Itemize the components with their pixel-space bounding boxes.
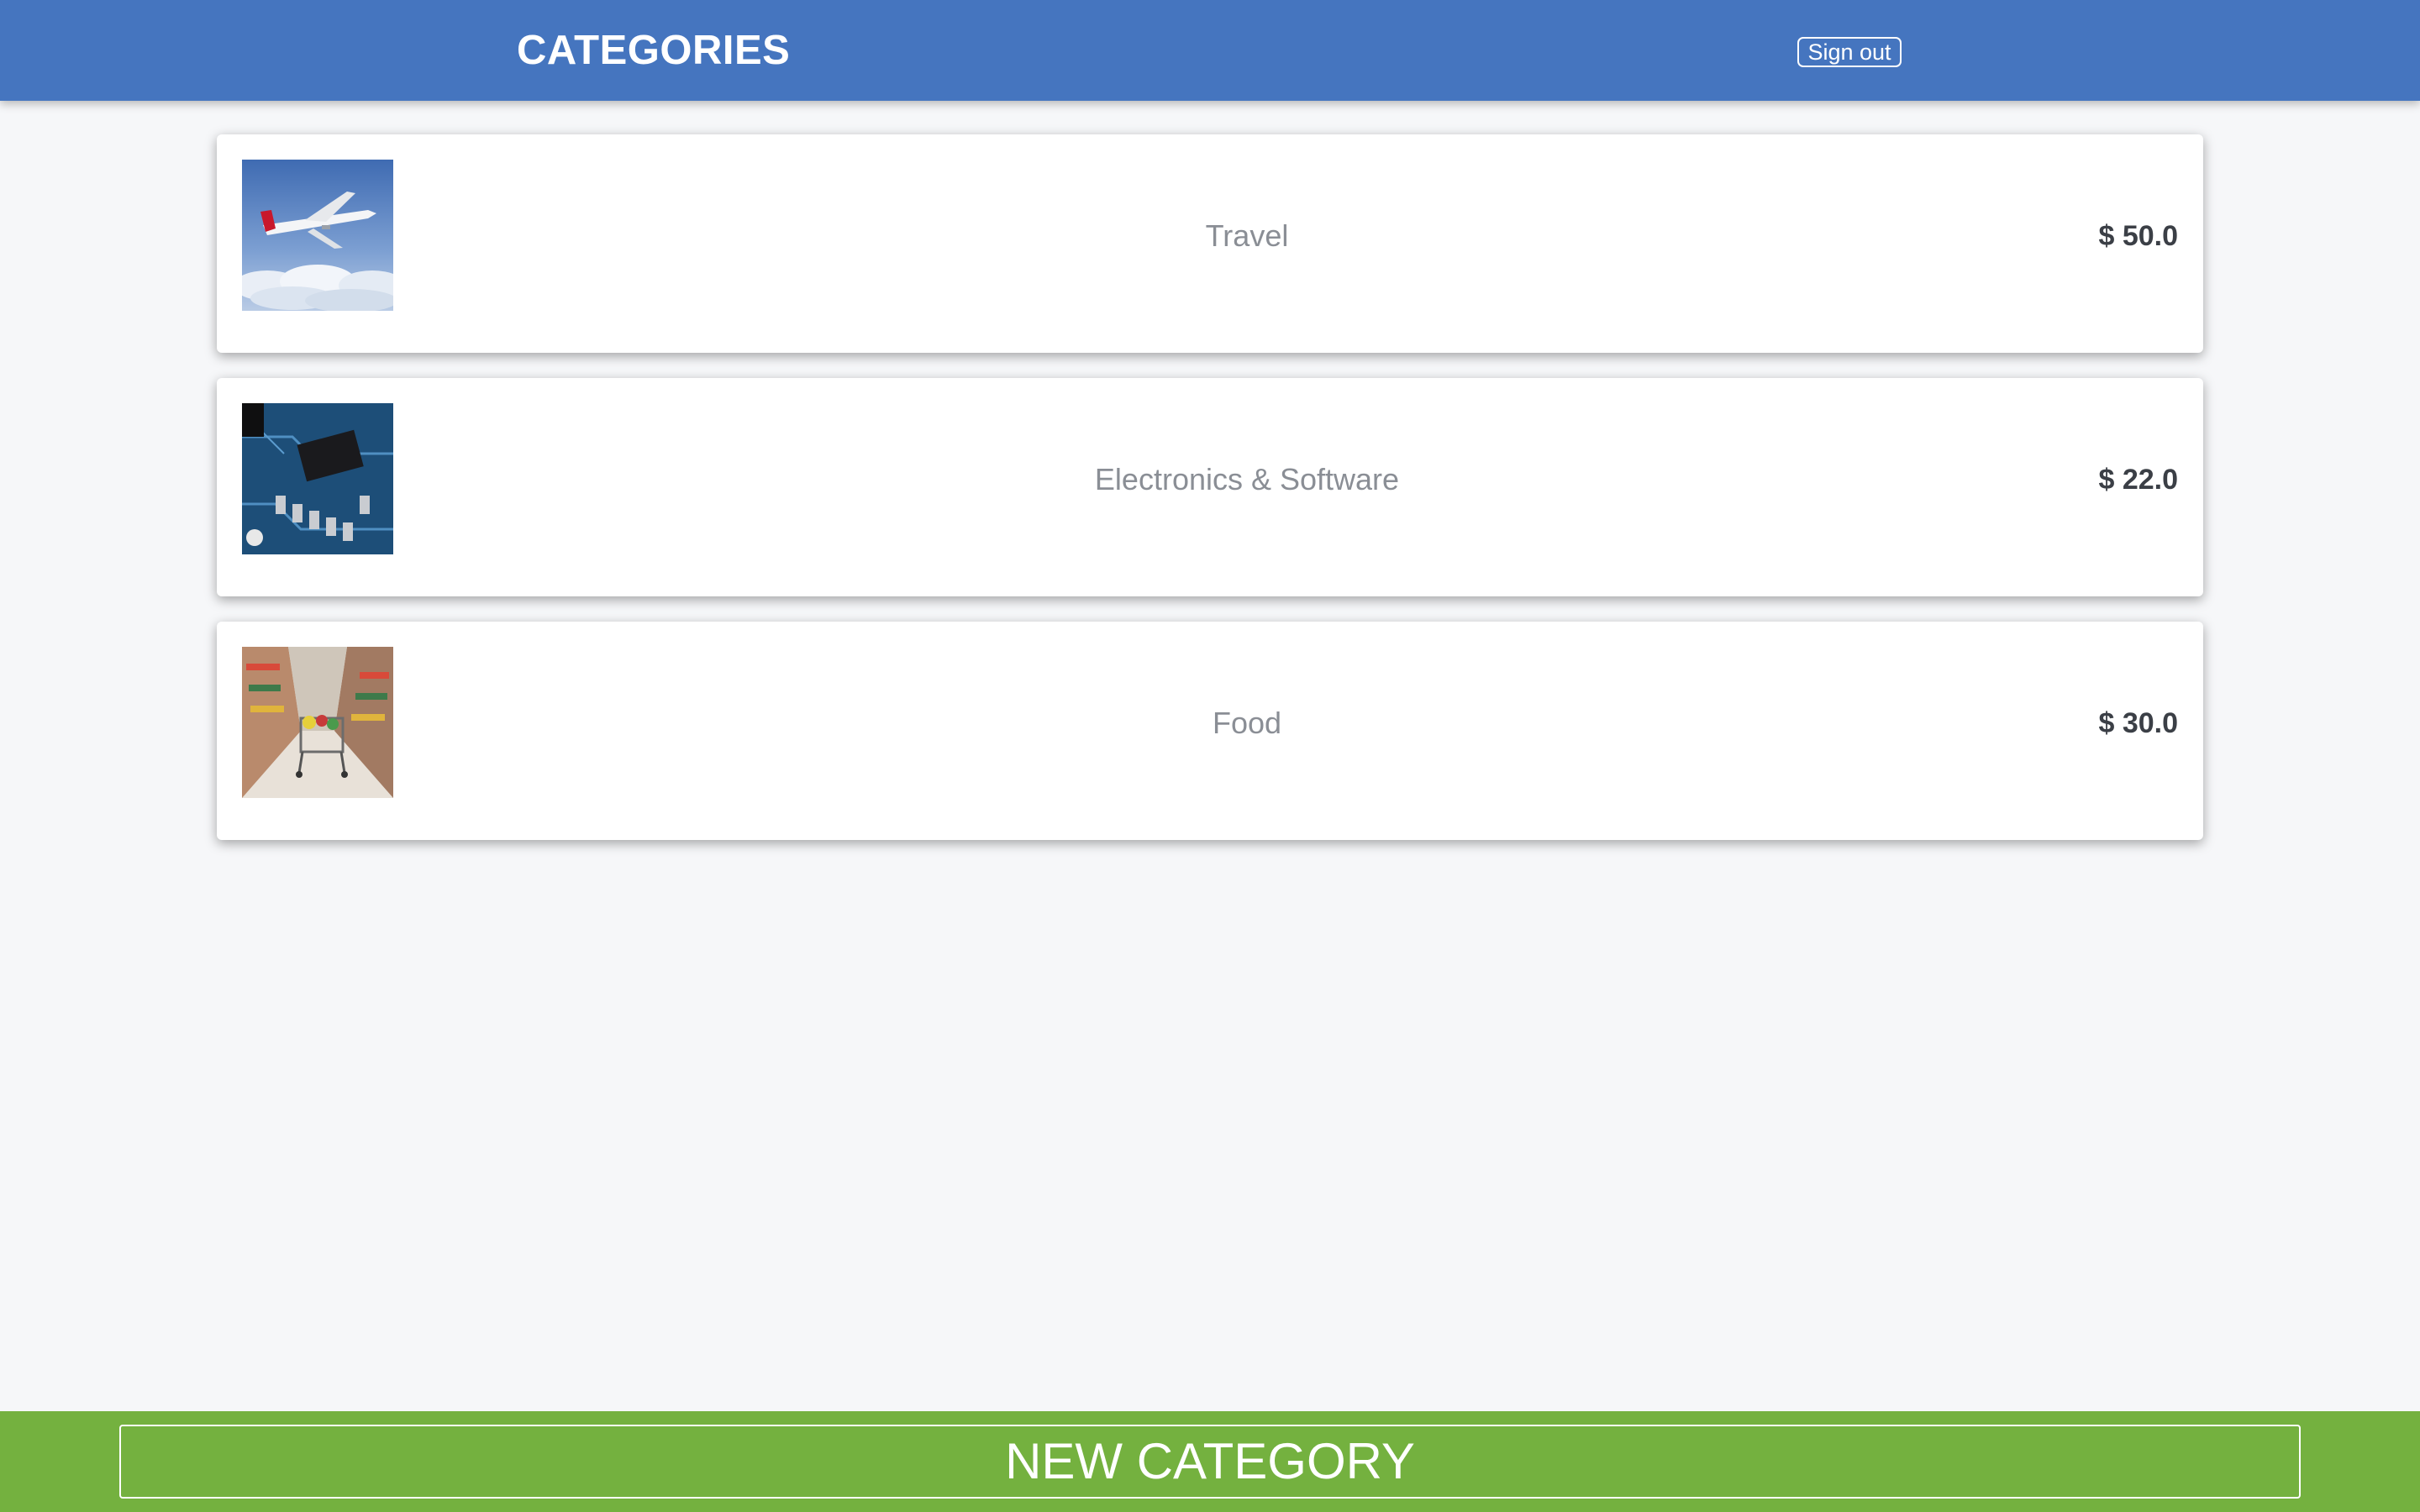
new-category-button[interactable]: NEW CATEGORY [119,1425,2301,1499]
category-card-food[interactable]: Food $ 30.0 [217,622,2203,840]
category-name: Electronics & Software [1094,462,1400,496]
top-bar: CATEGORIES Sign out [0,0,2420,101]
category-price: $ 22.0 [2098,464,2178,496]
page-title: CATEGORIES [517,28,791,73]
category-price: $ 30.0 [2098,707,2178,739]
category-name: Travel [1205,218,1289,253]
category-list: Travel $ 50.0 Electronics & Software $ 2… [217,134,2203,865]
category-card-travel[interactable]: Travel $ 50.0 [217,134,2203,353]
category-name: Food [1212,706,1282,740]
bottom-bar: NEW CATEGORY [0,1411,2420,1512]
sign-out-button[interactable]: Sign out [1797,37,1902,67]
category-card-electronics[interactable]: Electronics & Software $ 22.0 [217,378,2203,596]
category-price: $ 50.0 [2098,220,2178,252]
